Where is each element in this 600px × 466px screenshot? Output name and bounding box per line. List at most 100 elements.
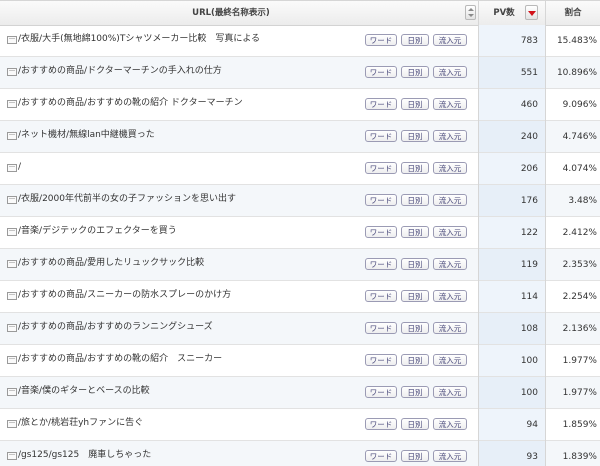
daily-button[interactable]: 日別 bbox=[401, 226, 429, 238]
pv-ratio: 15.483% bbox=[556, 36, 597, 46]
word-button[interactable]: ワード bbox=[365, 290, 397, 302]
page-icon bbox=[7, 356, 17, 364]
source-button[interactable]: 流入元 bbox=[433, 130, 467, 142]
word-button[interactable]: ワード bbox=[365, 418, 397, 430]
word-button[interactable]: ワード bbox=[365, 354, 397, 366]
word-button[interactable]: ワード bbox=[365, 162, 397, 174]
url-sort-button[interactable] bbox=[465, 5, 476, 20]
table-row: /おすすめの商品/おすすめのランニングシューズ ワード 日別 流入元 108 2.136% bbox=[0, 313, 600, 345]
source-button[interactable]: 流入元 bbox=[433, 386, 467, 398]
page-url-link[interactable]: /衣服/2000年代前半の女の子ファッションを思い出す bbox=[18, 185, 236, 217]
word-button[interactable]: ワード bbox=[365, 98, 397, 110]
page-url-link[interactable]: /衣服/大手(無地綿100%)Tシャツメーカー比較 写真による bbox=[18, 25, 260, 57]
pv-count: 100 bbox=[520, 356, 538, 366]
column-divider bbox=[478, 1, 479, 466]
page-icon bbox=[7, 68, 17, 76]
table-row: / ワード 日別 流入元 206 4.074% bbox=[0, 153, 600, 185]
word-button[interactable]: ワード bbox=[365, 450, 397, 462]
pv-column-header: PV数 bbox=[493, 8, 515, 18]
pv-ratio: 1.977% bbox=[562, 388, 597, 398]
pv-ratio: 1.839% bbox=[562, 452, 597, 462]
source-button[interactable]: 流入元 bbox=[433, 34, 467, 46]
page-url-link[interactable]: /おすすめの商品/おすすめのランニングシューズ bbox=[18, 313, 213, 345]
pv-ratio: 2.353% bbox=[562, 260, 597, 270]
page-icon bbox=[7, 324, 17, 332]
daily-button[interactable]: 日別 bbox=[401, 130, 429, 142]
table-row: /おすすめの商品/スニーカーの防水スプレーのかけ方 ワード 日別 流入元 114 2.25… bbox=[0, 281, 600, 313]
pv-count: 460 bbox=[520, 100, 538, 110]
source-button[interactable]: 流入元 bbox=[433, 322, 467, 334]
daily-button[interactable]: 日別 bbox=[401, 258, 429, 270]
word-button[interactable]: ワード bbox=[365, 34, 397, 46]
page-url-link[interactable]: / bbox=[18, 153, 21, 185]
pv-count: 100 bbox=[520, 388, 538, 398]
pv-ratio: 10.896% bbox=[556, 68, 597, 78]
page-icon bbox=[7, 292, 17, 300]
sort-up-icon bbox=[468, 8, 474, 11]
page-icon bbox=[7, 452, 17, 460]
pv-ratio: 2.136% bbox=[562, 324, 597, 334]
daily-button[interactable]: 日別 bbox=[401, 450, 429, 462]
word-button[interactable]: ワード bbox=[365, 386, 397, 398]
column-divider bbox=[545, 1, 546, 466]
daily-button[interactable]: 日別 bbox=[401, 290, 429, 302]
pv-ratio: 1.859% bbox=[562, 420, 597, 430]
page-url-link[interactable]: /おすすめの商品/おすすめの靴の紹介 スニーカー bbox=[18, 345, 222, 377]
daily-button[interactable]: 日別 bbox=[401, 322, 429, 334]
word-button[interactable]: ワード bbox=[365, 66, 397, 78]
daily-button[interactable]: 日別 bbox=[401, 194, 429, 206]
page-icon bbox=[7, 260, 17, 268]
source-button[interactable]: 流入元 bbox=[433, 194, 467, 206]
word-button[interactable]: ワード bbox=[365, 258, 397, 270]
pv-count: 240 bbox=[520, 132, 538, 142]
pv-ratio: 1.977% bbox=[562, 356, 597, 366]
source-button[interactable]: 流入元 bbox=[433, 290, 467, 302]
source-button[interactable]: 流入元 bbox=[433, 226, 467, 238]
pv-count: 93 bbox=[526, 452, 538, 462]
page-url-link[interactable]: /旅とか/桃岩荘yhファンに告ぐ bbox=[18, 409, 143, 441]
pv-ratio: 2.412% bbox=[562, 228, 597, 238]
pv-sort-button[interactable] bbox=[525, 5, 538, 20]
page-url-link[interactable]: /おすすめの商品/ドクターマーチンの手入れの仕方 bbox=[18, 57, 222, 89]
pv-ratio: 9.096% bbox=[562, 100, 597, 110]
table-row: /旅とか/桃岩荘yhファンに告ぐ ワード 日別 流入元 94 1.859% bbox=[0, 409, 600, 441]
daily-button[interactable]: 日別 bbox=[401, 418, 429, 430]
page-url-link[interactable]: /おすすめの商品/おすすめの靴の紹介 ドクターマーチン bbox=[18, 89, 243, 121]
table-row: /音楽/デジテックのエフェクターを買う ワード 日別 流入元 122 2.412% bbox=[0, 217, 600, 249]
page-url-link[interactable]: /音楽/デジテックのエフェクターを買う bbox=[18, 217, 177, 249]
daily-button[interactable]: 日別 bbox=[401, 354, 429, 366]
pv-count: 176 bbox=[520, 196, 538, 206]
url-column-header: URL(最終名称表示) bbox=[192, 8, 270, 18]
page-url-link[interactable]: /gs125/gs125 廃車しちゃった bbox=[18, 441, 151, 466]
table-header: URL(最終名称表示) PV数 割合 bbox=[0, 1, 600, 26]
table-row: /おすすめの商品/おすすめの靴の紹介 ドクターマーチン ワード 日別 流入元 460 9.… bbox=[0, 89, 600, 121]
word-button[interactable]: ワード bbox=[365, 226, 397, 238]
ratio-column-header: 割合 bbox=[564, 8, 582, 18]
page-icon bbox=[7, 132, 17, 140]
page-url-link[interactable]: /おすすめの商品/スニーカーの防水スプレーのかけ方 bbox=[18, 281, 231, 313]
daily-button[interactable]: 日別 bbox=[401, 162, 429, 174]
source-button[interactable]: 流入元 bbox=[433, 418, 467, 430]
page-url-link[interactable]: /音楽/僕のギターとベースの比較 bbox=[18, 377, 150, 409]
table-row: /ネット機材/無線lan中継機買った ワード 日別 流入元 240 4.746% bbox=[0, 121, 600, 153]
daily-button[interactable]: 日別 bbox=[401, 34, 429, 46]
word-button[interactable]: ワード bbox=[365, 322, 397, 334]
source-button[interactable]: 流入元 bbox=[433, 162, 467, 174]
daily-button[interactable]: 日別 bbox=[401, 98, 429, 110]
page-url-link[interactable]: /ネット機材/無線lan中継機買った bbox=[18, 121, 155, 153]
table-row: /おすすめの商品/愛用したリュックサック比較 ワード 日別 流入元 119 2.353% bbox=[0, 249, 600, 281]
pv-count: 114 bbox=[520, 292, 538, 302]
pv-count: 551 bbox=[520, 68, 538, 78]
source-button[interactable]: 流入元 bbox=[433, 354, 467, 366]
pv-ratio: 4.746% bbox=[562, 132, 597, 142]
source-button[interactable]: 流入元 bbox=[433, 450, 467, 462]
daily-button[interactable]: 日別 bbox=[401, 386, 429, 398]
page-url-link[interactable]: /おすすめの商品/愛用したリュックサック比較 bbox=[18, 249, 204, 281]
source-button[interactable]: 流入元 bbox=[433, 258, 467, 270]
source-button[interactable]: 流入元 bbox=[433, 66, 467, 78]
source-button[interactable]: 流入元 bbox=[433, 98, 467, 110]
page-icon bbox=[7, 196, 17, 204]
word-button[interactable]: ワード bbox=[365, 194, 397, 206]
word-button[interactable]: ワード bbox=[365, 130, 397, 142]
daily-button[interactable]: 日別 bbox=[401, 66, 429, 78]
